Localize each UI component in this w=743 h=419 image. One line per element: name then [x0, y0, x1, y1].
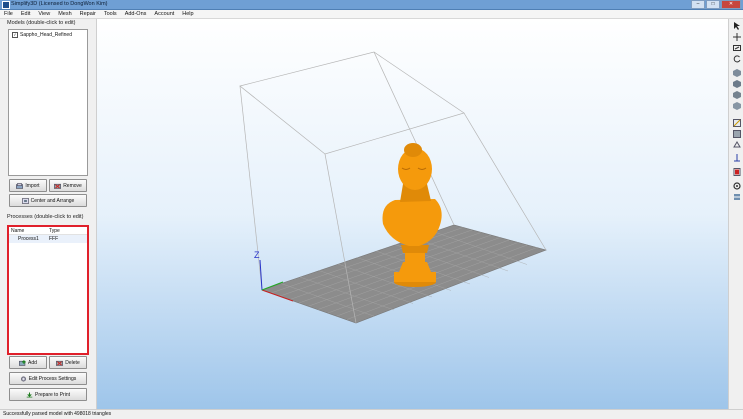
minimize-button[interactable]: –: [691, 0, 705, 9]
prepare-print-icon: [26, 392, 33, 397]
delete-label: Delete: [65, 359, 80, 366]
column-name: Name: [11, 228, 25, 234]
view-iso-icon: [732, 68, 741, 77]
menu-repair[interactable]: Repair: [76, 10, 100, 18]
z-axis-label: Z: [254, 250, 260, 260]
center-arrange-icon: [21, 197, 29, 204]
add-process-button[interactable]: Add: [9, 356, 47, 369]
settings-icon: [20, 376, 26, 381]
model-name: Sappho_Head_Refined: [20, 32, 72, 38]
rotate-tool-icon: [733, 54, 740, 62]
remove-button[interactable]: Remove: [49, 179, 87, 192]
process-name: Process1: [18, 236, 39, 242]
scale-tool-icon: [732, 44, 741, 51]
select-tool-icon: [733, 21, 740, 30]
table-row[interactable]: Process1 FFF: [9, 235, 87, 243]
process-type: FFF: [49, 236, 59, 242]
models-list[interactable]: ✓ Sappho_Head_Refined: [8, 29, 88, 176]
layers-icon: [733, 193, 740, 200]
select-tool-button[interactable]: [732, 21, 741, 30]
close-button[interactable]: ✕: [721, 0, 741, 9]
add-process-icon: [19, 359, 26, 366]
view-side-icon: [732, 90, 741, 99]
view-top-icon: [732, 101, 741, 110]
menu-addons[interactable]: Add-Ons: [121, 10, 151, 18]
remove-label: Remove: [63, 182, 82, 189]
center-arrange-label: Center and Arrange: [30, 197, 75, 204]
zero-z-icon: [733, 153, 740, 161]
processes-header: Name Type: [9, 227, 87, 235]
left-panel: Models (double-click to edit) ✓ Sappho_H…: [0, 19, 97, 409]
supports-icon: [732, 140, 741, 147]
menu-mesh[interactable]: Mesh: [54, 10, 75, 18]
window-controls: – □ ✕: [691, 0, 741, 9]
move-tool-icon: [732, 32, 741, 41]
cross-section-button[interactable]: [732, 118, 741, 127]
app-icon: [2, 1, 10, 9]
cross-section-icon: [732, 118, 741, 127]
box-view-button[interactable]: [732, 129, 741, 138]
delete-process-button[interactable]: Delete: [49, 356, 87, 369]
edit-process-label: Edit Process Settings: [28, 375, 77, 382]
import-label: Import: [25, 182, 40, 189]
view-iso-button[interactable]: [732, 68, 741, 77]
toolpath-icon: [733, 167, 740, 176]
window-title: Simplify3D (Licensed to DongWon Kim): [11, 1, 108, 7]
model-visible-checkbox[interactable]: ✓: [12, 32, 18, 38]
box-view-icon: [732, 129, 741, 138]
view-toolbar: [728, 19, 743, 409]
prepare-label: Prepare to Print: [34, 391, 71, 398]
prepare-to-print-button[interactable]: Prepare to Print: [9, 388, 87, 401]
menu-account[interactable]: Account: [150, 10, 178, 18]
supports-button[interactable]: [732, 140, 741, 149]
edit-process-settings-button[interactable]: Edit Process Settings: [9, 372, 87, 385]
remove-icon: [54, 183, 62, 189]
import-icon: [16, 182, 24, 189]
scene-svg: Z: [239, 51, 547, 324]
layers-button[interactable]: [732, 192, 741, 201]
toolpath-button[interactable]: [732, 167, 741, 176]
view-side-button[interactable]: [732, 90, 741, 99]
processes-label: Processes (double-click to edit): [7, 214, 84, 220]
menu-bar: File Edit View Mesh Repair Tools Add-Ons…: [0, 10, 743, 19]
models-label: Models (double-click to edit): [7, 20, 76, 26]
center-arrange-button[interactable]: Center and Arrange: [9, 194, 87, 207]
rotate-tool-button[interactable]: [732, 54, 741, 63]
settings-gear-icon: [732, 181, 741, 190]
menu-file[interactable]: File: [0, 10, 17, 18]
window-titlebar: Simplify3D (Licensed to DongWon Kim) – □…: [0, 0, 743, 10]
column-type: Type: [49, 228, 60, 234]
menu-help[interactable]: Help: [178, 10, 197, 18]
maximize-button[interactable]: □: [706, 0, 720, 9]
menu-tools[interactable]: Tools: [100, 10, 121, 18]
move-tool-button[interactable]: [732, 32, 741, 41]
import-button[interactable]: Import: [9, 179, 47, 192]
status-text: Successfully parsed model with 498018 tr…: [3, 411, 112, 417]
delete-process-icon: [56, 360, 64, 366]
3d-viewport[interactable]: Z: [97, 19, 728, 409]
processes-list[interactable]: Name Type Process1 FFF: [7, 225, 89, 355]
view-top-button[interactable]: [732, 101, 741, 110]
menu-view[interactable]: View: [34, 10, 54, 18]
zero-z-button[interactable]: [732, 153, 741, 162]
scale-tool-button[interactable]: [732, 43, 741, 52]
add-label: Add: [28, 359, 37, 366]
view-front-icon: [732, 79, 741, 88]
menu-edit[interactable]: Edit: [17, 10, 34, 18]
view-front-button[interactable]: [732, 79, 741, 88]
settings-gear-button[interactable]: [732, 181, 741, 190]
list-item[interactable]: ✓ Sappho_Head_Refined: [12, 32, 72, 38]
